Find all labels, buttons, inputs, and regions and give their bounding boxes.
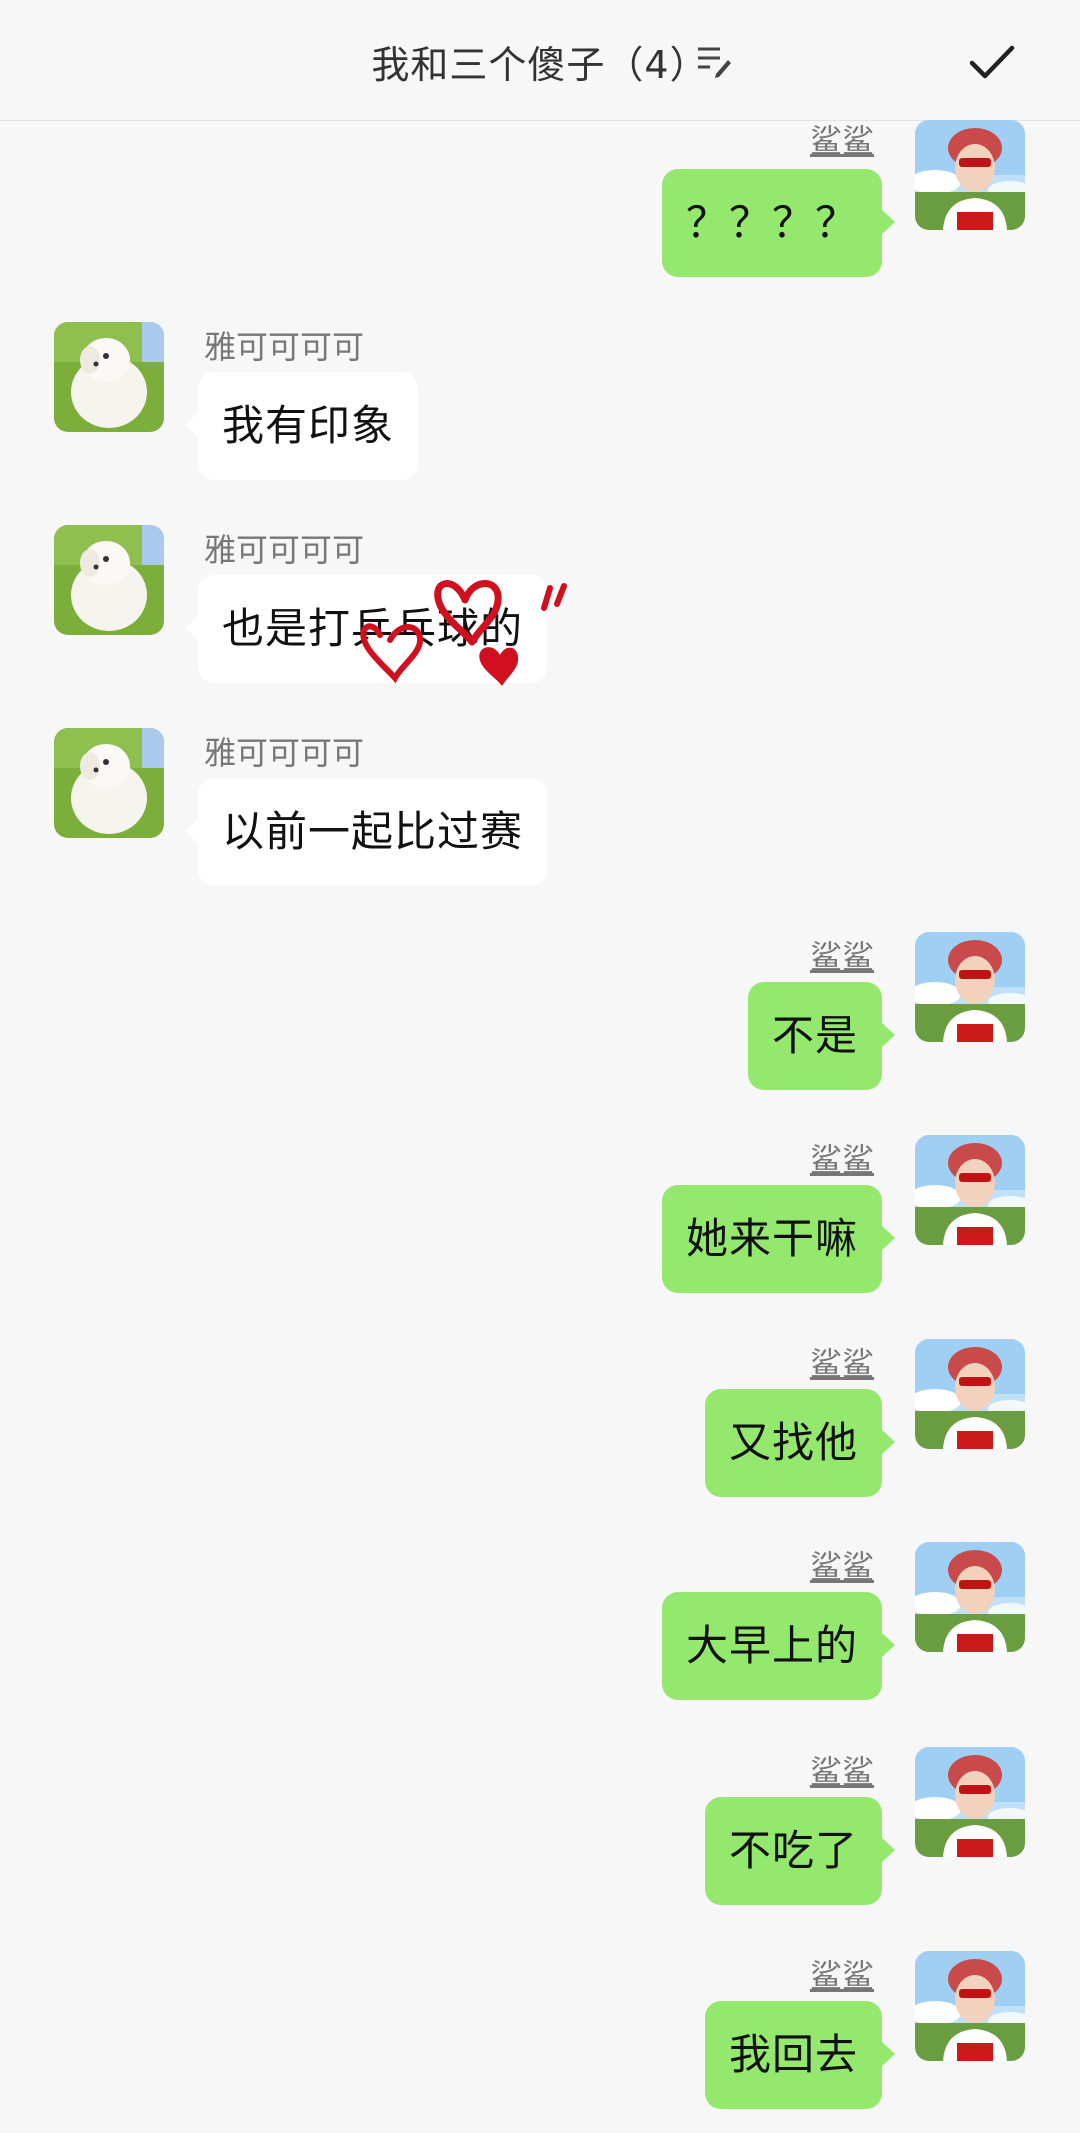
message-item: 鲨鲨 大早上的 xyxy=(0,1542,1080,1700)
checkmark-icon[interactable] xyxy=(966,36,1018,88)
message-bubble[interactable]: 她来干嘛 xyxy=(661,1185,896,1293)
sender-name: 雅可可可可 xyxy=(204,328,365,366)
message-bubble[interactable]: ？？？？ xyxy=(661,169,896,277)
message-bubble[interactable]: 不是 xyxy=(747,982,896,1090)
sender-avatar[interactable] xyxy=(915,1135,1025,1245)
sender-avatar[interactable] xyxy=(915,1542,1025,1652)
sender-avatar[interactable] xyxy=(915,1951,1025,2061)
sender-name: 鲨鲨 xyxy=(809,122,874,160)
heart-doodle-sticker xyxy=(360,580,567,686)
message-bubble[interactable]: 不吃了 xyxy=(704,1797,896,1905)
message-bubble[interactable]: 我回去 xyxy=(704,2001,896,2109)
chat-title[interactable]: 我和三个傻子（4） xyxy=(0,34,1080,89)
chat-header: 我和三个傻子（4） xyxy=(0,0,1080,121)
message-item: 鲨鲨 我回去 xyxy=(0,1951,1080,2109)
message-item: 鲨鲨 又找他 xyxy=(0,1339,1080,1497)
message-item: 雅可可可可 我有印象 xyxy=(0,322,1080,480)
sender-avatar[interactable] xyxy=(54,525,164,635)
sender-avatar[interactable] xyxy=(915,120,1025,230)
sender-avatar[interactable] xyxy=(915,1339,1025,1449)
sender-name: 鲨鲨 xyxy=(809,1957,874,1995)
sender-name: 鲨鲨 xyxy=(809,1345,874,1383)
sender-name: 鲨鲨 xyxy=(809,1141,874,1179)
message-item: 鲨鲨 她来干嘛 xyxy=(0,1135,1080,1293)
sender-avatar[interactable] xyxy=(915,932,1025,1042)
sender-name: 鲨鲨 xyxy=(809,938,874,976)
message-bubble[interactable]: 大早上的 xyxy=(661,1592,896,1700)
sender-name: 鲨鲨 xyxy=(809,1753,874,1791)
message-bubble[interactable]: 又找他 xyxy=(704,1389,896,1497)
message-bubble[interactable]: 以前一起比过赛 xyxy=(184,778,548,886)
sender-name: 雅可可可可 xyxy=(204,734,365,772)
message-item: 雅可可可可 以前一起比过赛 xyxy=(0,728,1080,886)
sender-avatar[interactable] xyxy=(54,322,164,432)
sender-name: 鲨鲨 xyxy=(809,1548,874,1586)
message-bubble[interactable]: 我有印象 xyxy=(184,372,419,480)
sender-name: 雅可可可可 xyxy=(204,531,365,569)
sender-avatar[interactable] xyxy=(915,1747,1025,1857)
message-item: 鲨鲨 不是 xyxy=(0,932,1080,1090)
edit-list-icon[interactable] xyxy=(694,40,734,80)
sender-avatar[interactable] xyxy=(54,728,164,838)
message-item: 鲨鲨 ？？？？ xyxy=(0,120,1080,277)
message-item: 鲨鲨 不吃了 xyxy=(0,1747,1080,1905)
